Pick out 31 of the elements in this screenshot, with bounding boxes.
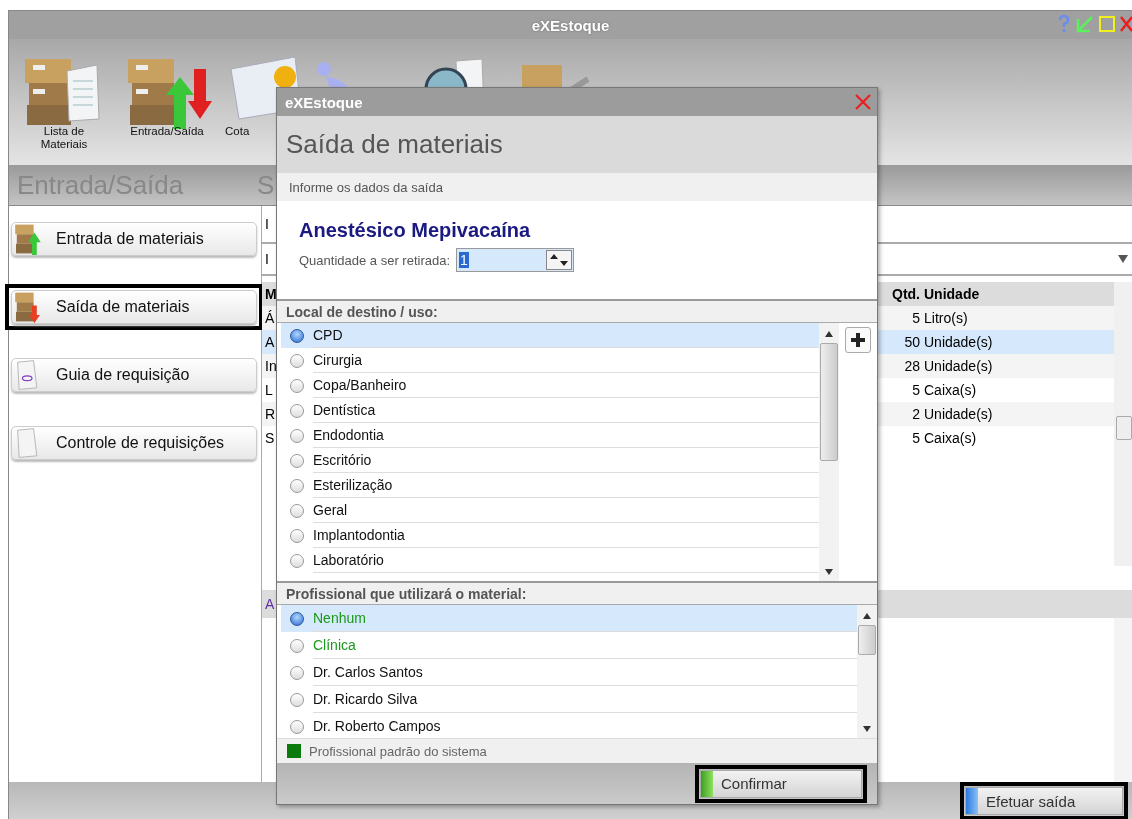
table-cell-text: 50 [903, 334, 921, 350]
window-title: eXEstoque [531, 16, 610, 34]
section-title: Profissional que utilizará o material: [286, 585, 527, 602]
quantity-label: Quantidade a ser retirada: [299, 252, 451, 268]
dialog-title: eXEstoque [285, 93, 363, 111]
table-cell-text: A [264, 334, 275, 350]
table-cell-text: Á [264, 310, 275, 326]
dialog-subheading: Informe os dados da saída [289, 179, 443, 195]
table-cell-text: Caixa(s) [924, 382, 978, 398]
table-cell-text: In [264, 358, 277, 374]
table-cell-text: Unidade(s) [924, 406, 994, 422]
table-cell-text: Unidade(s) [924, 358, 994, 374]
table-cell-text: 2 [911, 406, 921, 422]
table-cell-text: 5 [911, 310, 921, 326]
product-name: Anestésico Mepivacaína [299, 219, 532, 242]
table-cell-text: 5 [911, 382, 921, 398]
panel-title: A [264, 596, 275, 612]
column-header: Qtd. [891, 286, 921, 302]
column-header: Unidade [924, 286, 981, 302]
table-cell-text: 28 [903, 358, 921, 374]
table-cell-text: R [264, 406, 276, 422]
table-cell-text: Litro(s) [924, 310, 969, 326]
table-cell-text: Unidade(s) [924, 334, 994, 350]
dialog-heading: Saída de materiais [286, 129, 503, 160]
column-header: M [264, 286, 277, 302]
table-cell-text: Caixa(s) [924, 430, 978, 446]
section-title: Local de destino / uso: [286, 303, 438, 320]
legend-text: Profissional padrão do sistema [309, 743, 487, 759]
table-cell-text: 5 [911, 430, 921, 446]
field-label: I [264, 216, 269, 232]
field-label: I [264, 251, 269, 267]
